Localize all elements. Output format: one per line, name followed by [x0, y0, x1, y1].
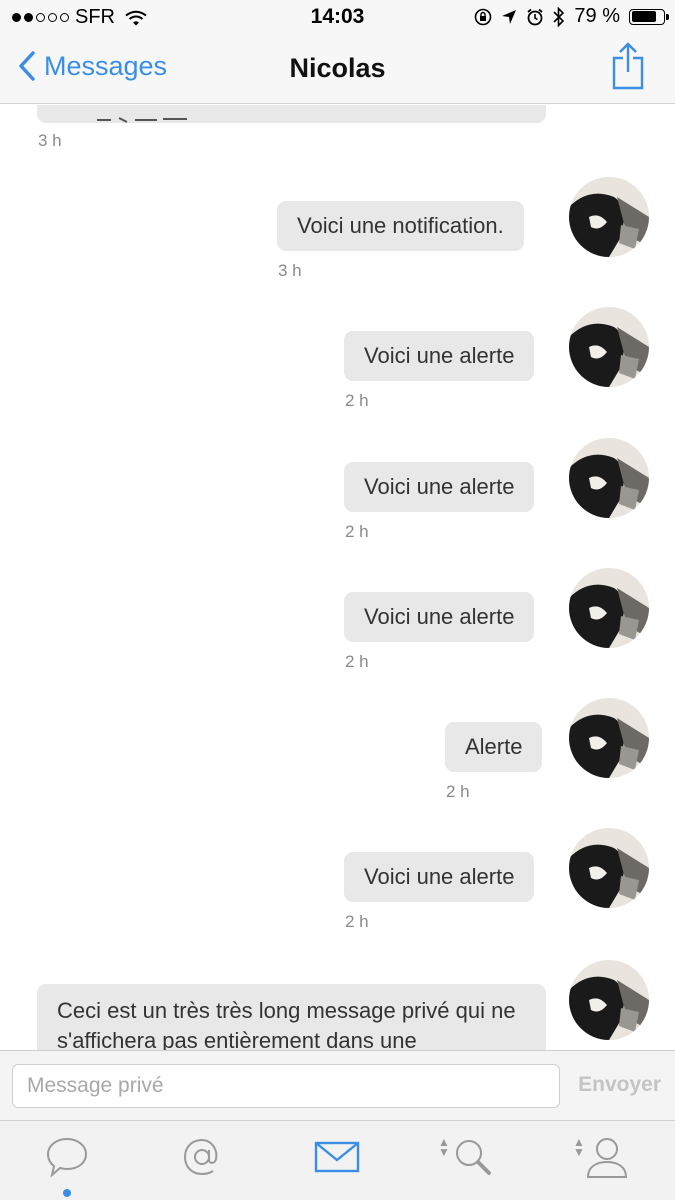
cut-off-text-fragment [97, 105, 207, 123]
message-item: Voici une notification. 3 h [0, 177, 675, 287]
tab-bar: ▲ ▼ ▲ ▼ [0, 1120, 675, 1200]
page-title: Nicolas [289, 53, 386, 83]
message-timestamp: 2 h [446, 782, 470, 801]
message-timestamp: 2 h [345, 391, 369, 410]
avatar[interactable] [569, 438, 649, 518]
message-item: Voici une alerte 2 h [0, 438, 675, 548]
tab-mentions[interactable] [172, 1135, 232, 1189]
battery-icon [629, 8, 669, 25]
tab-conversations[interactable] [37, 1135, 97, 1197]
avatar[interactable] [569, 307, 649, 387]
message-bubble[interactable]: Alerte [445, 722, 543, 772]
bluetooth-icon [553, 6, 565, 27]
message-bubble[interactable]: Voici une alerte [344, 331, 535, 381]
message-bubble[interactable]: Voici une notification. [277, 201, 524, 251]
message-item: Ceci est un très très long message privé… [0, 960, 675, 1050]
avatar[interactable] [569, 960, 649, 1040]
message-bubble[interactable]: Voici une alerte [344, 462, 535, 512]
at-sign-icon [183, 1138, 218, 1176]
message-bubble[interactable] [37, 105, 546, 123]
message-item: Voici une alerte 2 h [0, 307, 675, 417]
message-bubble[interactable]: Voici une alerte [344, 852, 535, 902]
navigation-bar: Messages Nicolas [0, 34, 675, 104]
search-icon [456, 1140, 491, 1175]
message-composer: Envoyer [0, 1050, 675, 1120]
message-timestamp: 3 h [278, 261, 302, 280]
tab-search[interactable] [442, 1135, 502, 1189]
message-list[interactable]: 3 h Voici une notification. 3 h Voici un… [0, 105, 675, 1050]
unread-indicator [63, 1189, 71, 1197]
status-bar: SFR 14:03 79 % [0, 0, 675, 34]
avatar[interactable] [569, 568, 649, 648]
message-input[interactable] [12, 1064, 560, 1108]
user-icon [586, 1138, 628, 1178]
message-item: Voici une alerte 2 h [0, 828, 675, 938]
message-item: 3 h [0, 105, 675, 165]
share-button[interactable] [611, 42, 645, 95]
message-bubble[interactable]: Ceci est un très très long message privé… [37, 984, 546, 1050]
message-timestamp: 2 h [345, 652, 369, 671]
battery-level [631, 11, 656, 22]
message-timestamp: 2 h [345, 912, 369, 931]
tab-profile[interactable] [577, 1135, 637, 1189]
avatar[interactable] [569, 177, 649, 257]
avatar[interactable] [569, 828, 649, 908]
message-timestamp: 2 h [345, 522, 369, 541]
message-timestamp: 3 h [38, 131, 62, 150]
tab-private-messages[interactable] [307, 1135, 367, 1189]
status-right: 79 % [474, 5, 669, 28]
message-item: Voici une alerte 2 h [0, 568, 675, 678]
battery-percent: 79 % [574, 5, 620, 27]
send-button[interactable]: Envoyer [578, 1073, 661, 1097]
avatar[interactable] [569, 698, 649, 778]
message-item: Alerte 2 h [0, 698, 675, 808]
speech-bubble-icon [46, 1137, 88, 1178]
alarm-icon [527, 8, 543, 25]
envelope-icon [314, 1141, 360, 1173]
orientation-lock-icon [475, 8, 492, 25]
message-bubble[interactable]: Voici une alerte [344, 592, 535, 642]
location-icon [502, 9, 517, 24]
share-icon [612, 42, 644, 90]
